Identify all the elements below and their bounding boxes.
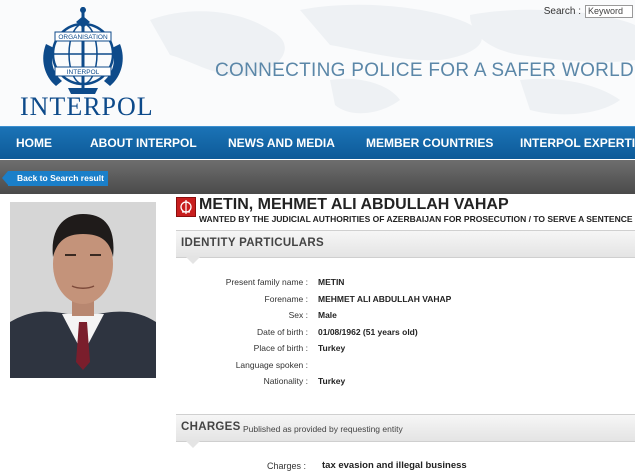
search-input[interactable]: Keyword [585,4,633,18]
site-header: ORGANISATION INTERPOL INTERPOL CONNECTIN… [0,0,635,126]
sex-label: Sex : [288,310,308,320]
interpol-logo[interactable]: ORGANISATION INTERPOL INTERPOL [20,4,153,122]
sex-value: Male [318,310,337,320]
family-name-value: METIN [318,277,345,287]
tagline: CONNECTING POLICE FOR A SAFER WORLD [215,60,635,81]
sub-bar: Back to Search result [0,160,635,194]
nav-item-member-countries[interactable]: MEMBER COUNTRIES [366,127,493,159]
wanted-person-name: METIN, MEHMET ALI ABDULLAH VAHAP [199,196,509,213]
nav-item-about[interactable]: ABOUT INTERPOL [90,127,197,159]
emblem-text-bottom: INTERPOL [67,69,100,76]
date-of-birth-value: 01/08/1962 (51 years old) [318,327,418,337]
language-spoken-label: Language spoken : [235,360,308,370]
identity-section-title: IDENTITY PARTICULARS [181,237,324,249]
charges-label: Charges : [266,461,306,471]
charges-section-subtitle: Published as provided by requesting enti… [243,424,403,434]
nav-item-news[interactable]: NEWS AND MEDIA [228,127,335,159]
emblem-text-top: ORGANISATION [58,34,108,41]
interpol-emblem-icon: ORGANISATION INTERPOL [43,7,123,94]
red-notice-icon [176,197,196,217]
nationality-label: Nationality : [263,376,308,386]
main-nav: HOME ABOUT INTERPOL NEWS AND MEDIA MEMBE… [0,126,635,159]
family-name-label: Present family name : [225,277,308,287]
section-pointer [186,257,200,264]
nav-item-expertise[interactable]: INTERPOL EXPERTISE [520,127,635,159]
charges-section-header: CHARGES Published as provided by request… [176,414,635,448]
identity-section-header: IDENTITY PARTICULARS [176,230,635,264]
search-area: Search : Keyword [544,4,633,18]
nationality-value: Turkey [318,376,346,386]
person-photo-image [10,202,156,378]
notice-content: METIN, MEHMET ALI ABDULLAH VAHAP WANTED … [0,194,635,475]
section-pointer [186,441,200,448]
place-of-birth-label: Place of birth : [253,343,308,353]
date-of-birth-label: Date of birth : [256,327,308,337]
charges-value: tax evasion and illegal business [322,460,467,471]
person-photo [10,202,156,378]
logo-wordmark: INTERPOL [20,92,154,121]
wanted-by-text: WANTED BY THE JUDICIAL AUTHORITIES OF AZ… [199,214,633,224]
back-to-search-button[interactable]: Back to Search result [2,171,108,186]
nav-item-home[interactable]: HOME [16,127,52,159]
place-of-birth-value: Turkey [318,343,346,353]
search-label: Search : [543,5,581,17]
charges-section-title: CHARGES [181,421,241,433]
forename-label: Forename : [264,294,308,304]
forename-value: MEHMET ALI ABDULLAH VAHAP [318,294,452,304]
